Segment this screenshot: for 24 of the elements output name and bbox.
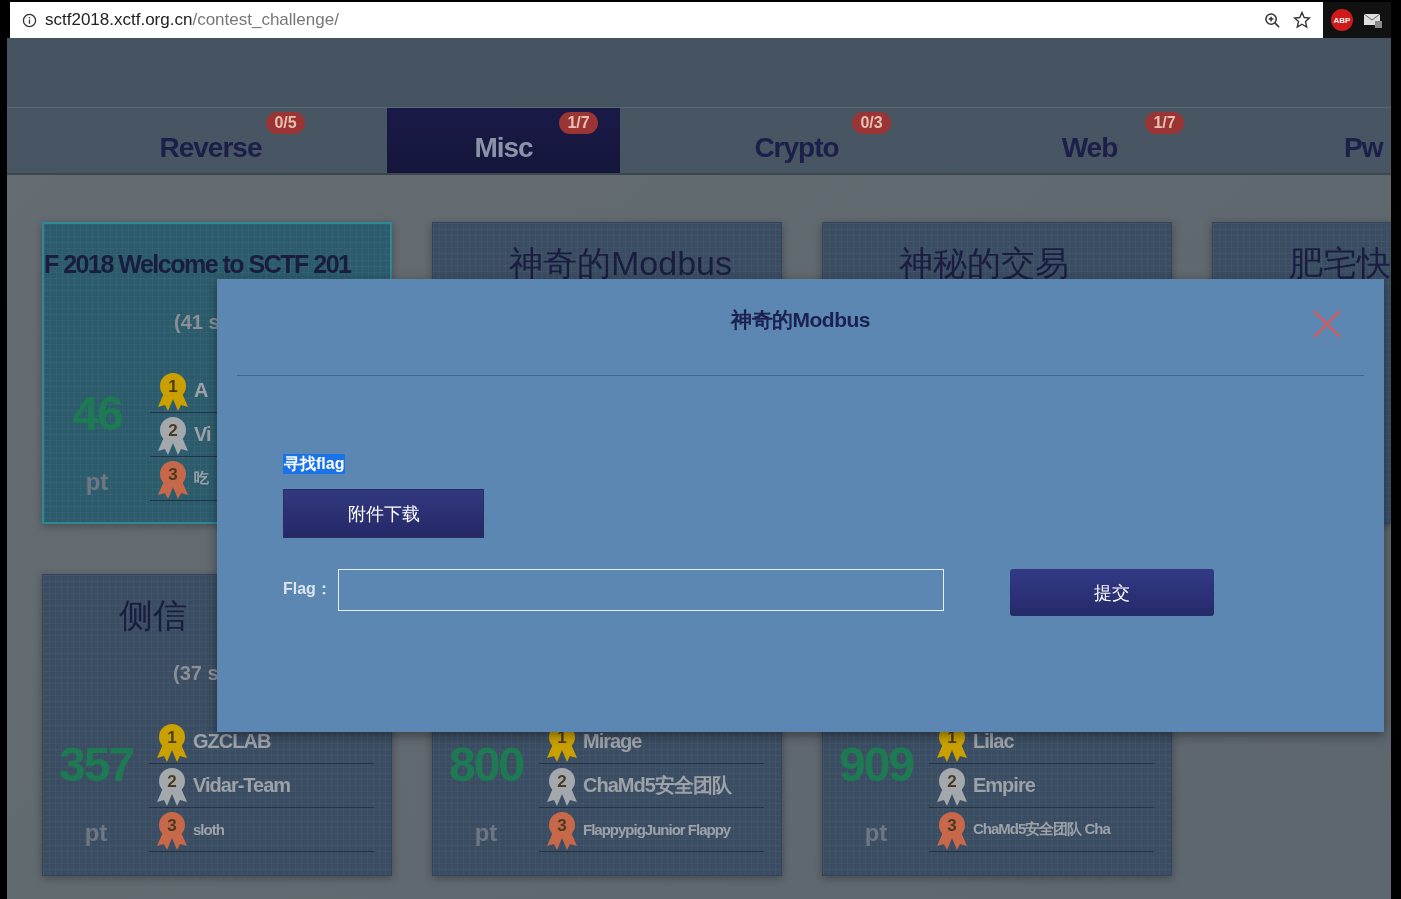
team-name: sloth — [193, 821, 224, 838]
solved-count-badge: 1/7 — [559, 112, 598, 134]
challenge-title: 侧信 — [119, 596, 187, 634]
team-name: Empire — [973, 774, 1035, 797]
solved-count-badge: 1/7 — [1145, 112, 1184, 134]
team-name: Mirage — [583, 730, 642, 753]
flag-label: Flag： — [283, 579, 333, 599]
dialog-title: 神奇的Modbus — [731, 307, 870, 333]
challenge-title: 肥宅快 — [1289, 244, 1391, 282]
team-name: Lilac — [973, 730, 1014, 753]
team-name: Vidar-Team — [193, 774, 291, 797]
team-name: A — [194, 379, 208, 402]
team-name: ChaMd5安全团队 — [583, 773, 731, 798]
points-unit: pt — [85, 467, 109, 497]
team-name: 吃 — [194, 469, 208, 488]
challenge-description: 寻找flag — [283, 454, 346, 474]
team-name: Vi — [194, 423, 211, 446]
team-name: ChaMd5安全团队 Cha — [973, 820, 1110, 839]
solved-count-badge: 0/3 — [852, 112, 891, 134]
solved-count-badge: 0/5 — [266, 112, 305, 134]
team-name: FlappypigJunior Flappy — [583, 821, 731, 838]
challenge-title: F 2018 Welcome to SCTF 201 — [44, 250, 351, 278]
team-name: GZCLAB — [193, 730, 271, 753]
url-text: sctf2018.xctf.org.cn/contest_challenge/ — [45, 10, 339, 30]
